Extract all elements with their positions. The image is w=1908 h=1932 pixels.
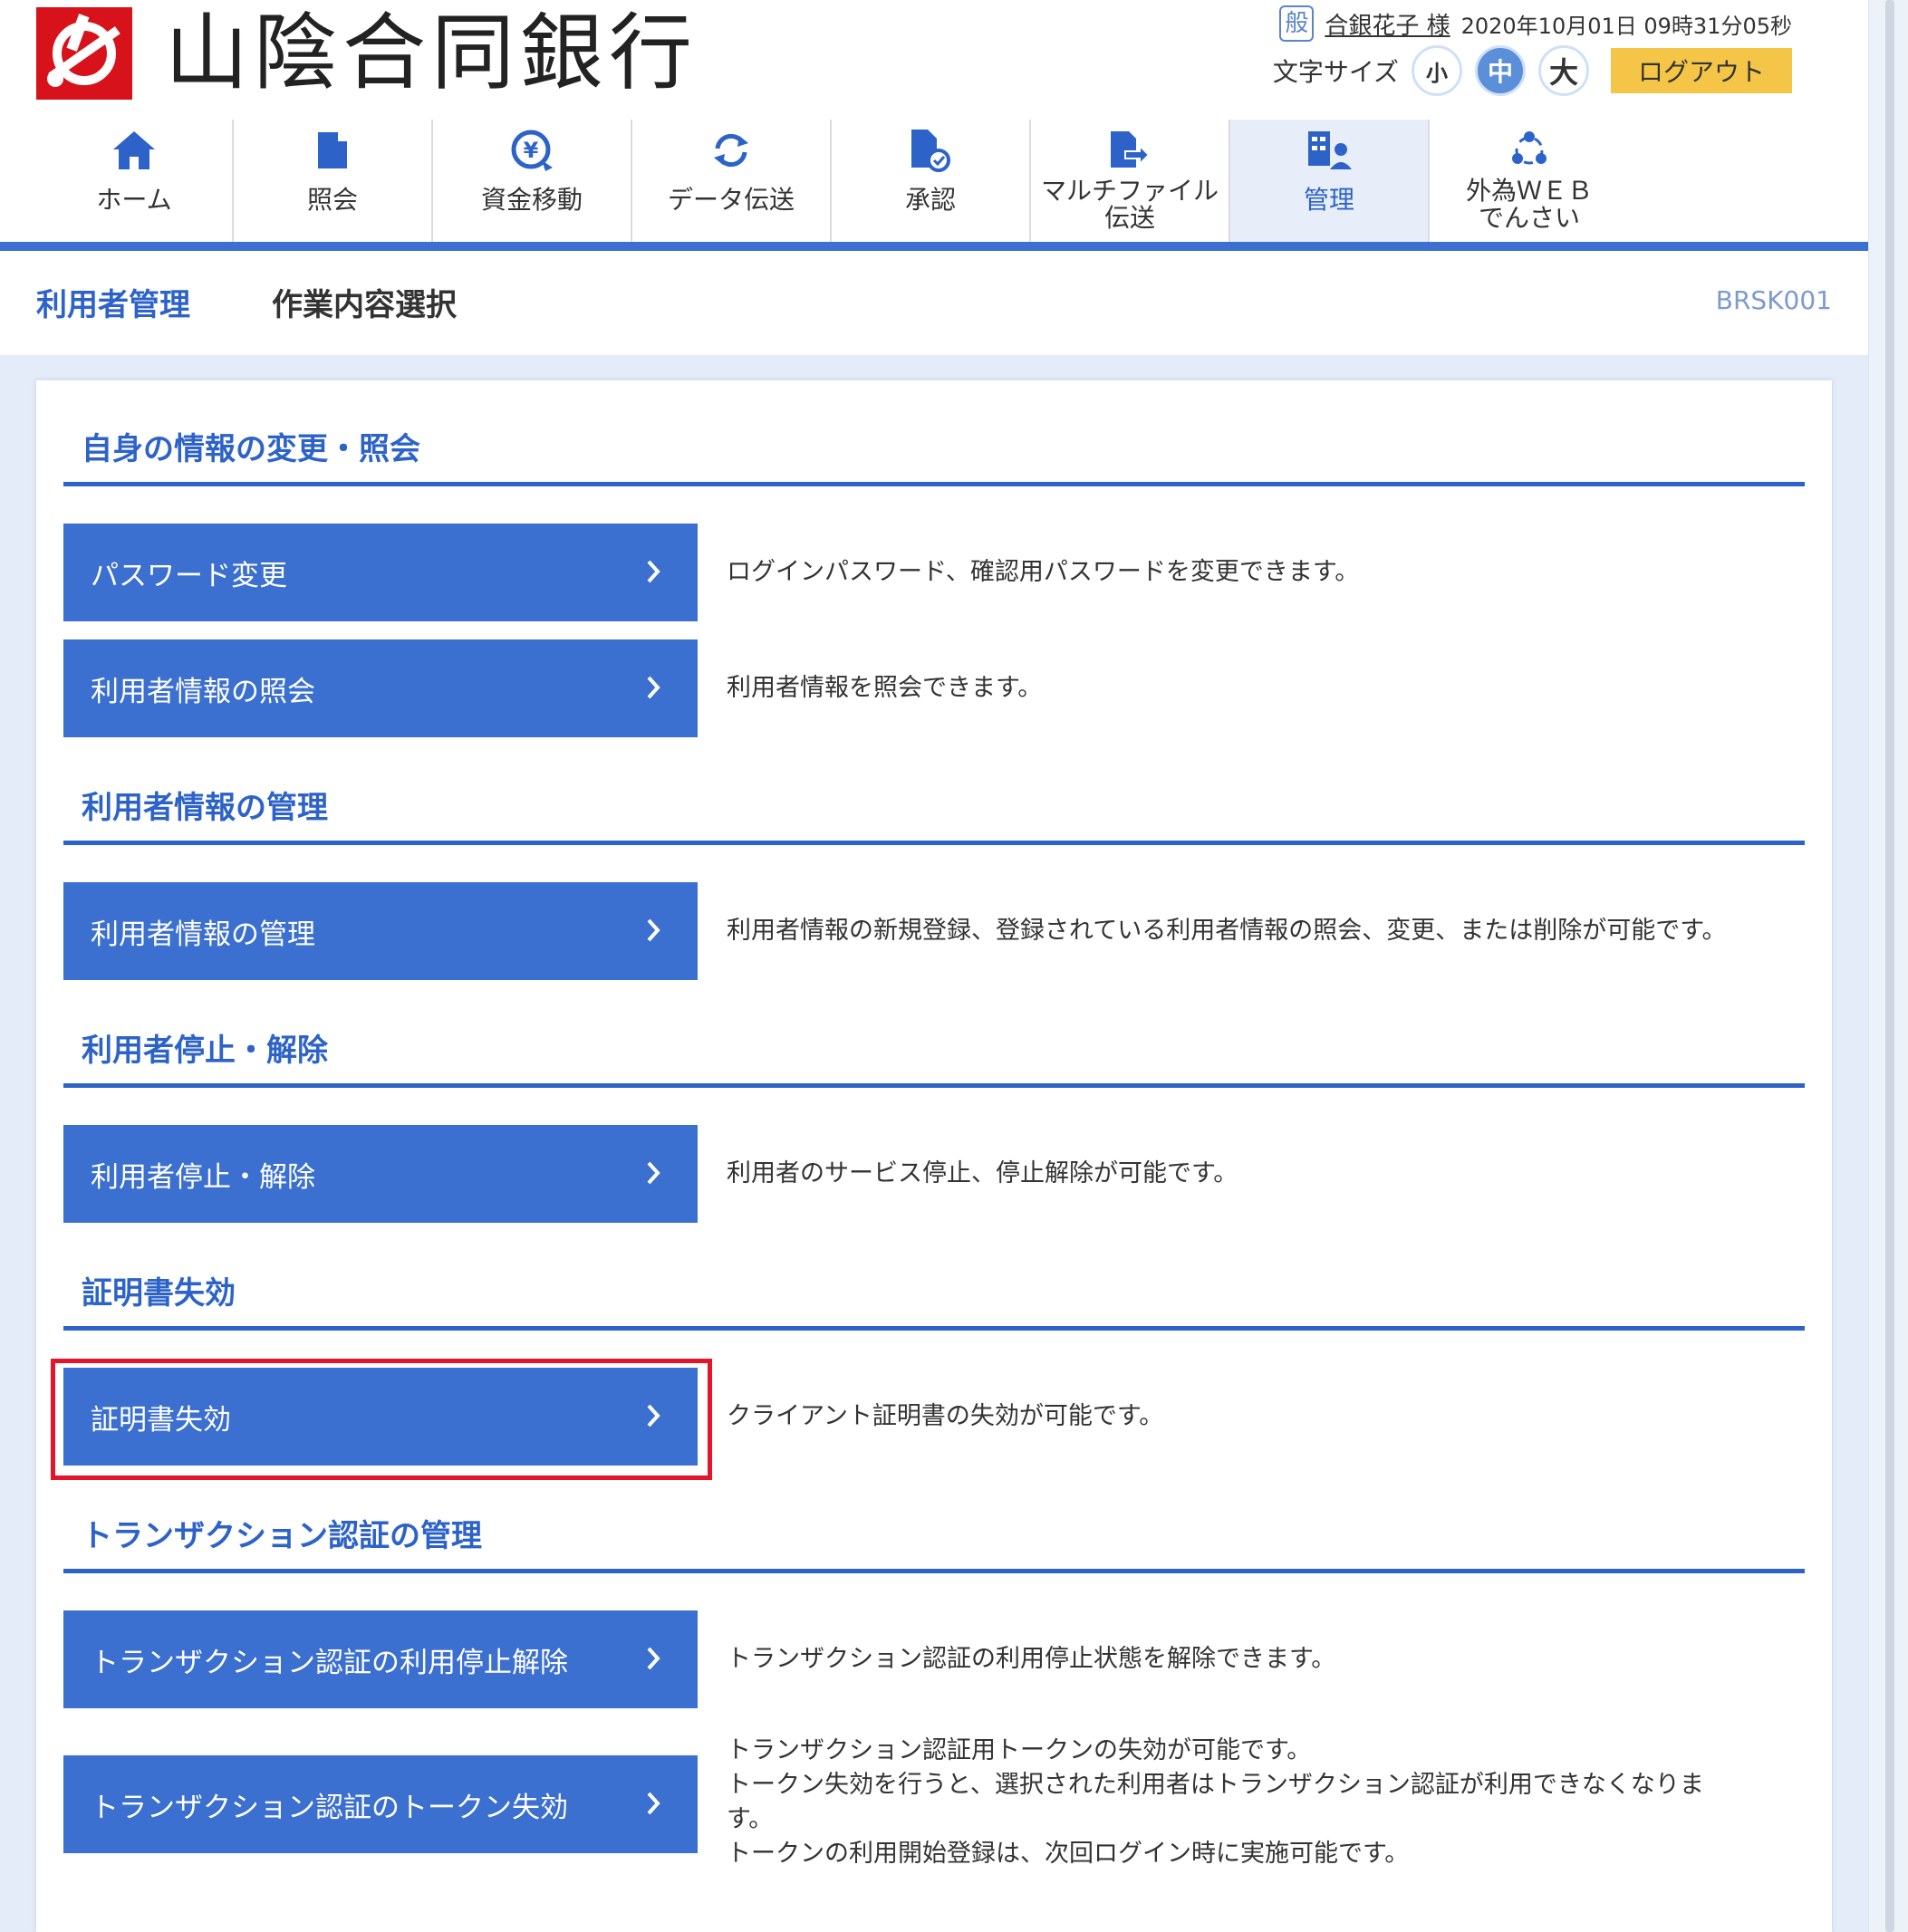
description-line: トークンの利用開始登録は、次回ログイン時に実施可能です。 (727, 1840, 1410, 1868)
section-title-user-management: 利用者情報の管理 (82, 790, 328, 826)
highlight-frame (51, 1359, 712, 1480)
header: 山陰合同銀行 般 合銀花子 様 2020年10月01日 09時31分05秒 文字… (0, 0, 1868, 355)
chevron-right-icon (647, 1647, 660, 1670)
nav-item-fund-transfer[interactable]: ¥ 資金移動 (433, 120, 632, 242)
nav-item-inquiry[interactable]: 照会 (234, 120, 433, 242)
section-title-transaction-auth: トランザクション認証の管理 (82, 1518, 482, 1554)
chevron-right-icon (647, 676, 660, 699)
user-type-badge: 般 (1279, 5, 1315, 42)
nav-item-management[interactable]: 管理 (1230, 120, 1430, 242)
nav-divider (0, 242, 1868, 251)
user-info: 般 合銀花子 様 2020年10月01日 09時31分05秒 (1279, 5, 1792, 42)
transaction-auth-token-revoke-button[interactable]: トランザクション認証のトークン失効 (63, 1755, 698, 1853)
description-line: トークン失効を行うと、選択された利用者はトランザクション認証が利用できなくなりま (727, 1771, 1704, 1799)
app-root: 山陰合同銀行 般 合銀花子 様 2020年10月01日 09時31分05秒 文字… (0, 0, 1868, 1932)
font-size-label: 文字サイズ (1272, 57, 1399, 87)
home-icon (109, 125, 159, 176)
chevron-right-icon (647, 560, 660, 583)
page-title: 作業内容選択 (272, 287, 457, 323)
bank-logo-mark-icon (36, 7, 132, 100)
font-size-controls: 文字サイズ 小 中 大 ログアウト (1273, 45, 1792, 96)
button-label: 利用者停止・解除 (91, 1160, 315, 1193)
nav-label: ホーム (96, 185, 172, 215)
refresh-icon (706, 125, 756, 176)
nav-item-multi-file-transmission[interactable]: マルチファイル 伝送 (1031, 120, 1230, 242)
button-label: 利用者情報の管理 (91, 918, 315, 950)
user-suspension-description: 利用者のサービス停止、停止解除が可能です。 (727, 1159, 1238, 1187)
admin-icon (1304, 125, 1354, 176)
user-info-management-button[interactable]: 利用者情報の管理 (63, 882, 698, 980)
user-suspension-button[interactable]: 利用者停止・解除 (63, 1125, 698, 1223)
font-size-small-button[interactable]: 小 (1412, 45, 1462, 96)
chevron-right-icon (647, 1792, 660, 1815)
scrollbar-thumb[interactable] (1885, 0, 1894, 1932)
section-title-self-info: 自身の情報の変更・照会 (82, 431, 420, 467)
user-info-management-description: 利用者情報の新規登録、登録されている利用者情報の照会、変更、または削除が可能です… (727, 917, 1727, 945)
nav-label: データ伝送 (667, 185, 795, 215)
button-label: トランザクション認証のトークン失効 (91, 1791, 568, 1823)
transaction-auth-unlock-button[interactable]: トランザクション認証の利用停止解除 (63, 1610, 698, 1708)
description-line: す。 (727, 1805, 774, 1833)
bank-logo[interactable]: 山陰合同銀行 (36, 7, 698, 100)
nav-label-line1: マルチファイル (1040, 176, 1219, 206)
nav-item-forex-densai[interactable]: 外為ＷＥＢ でんさい (1430, 120, 1629, 242)
global-nav: ホーム 照会 ¥ 資金移動 データ伝送 承認 マルチファイル 伝送 管理 外為Ｗ… (36, 120, 1629, 242)
font-size-large-button[interactable]: 大 (1538, 45, 1589, 96)
login-datetime: 2020年10月01日 09時31分05秒 (1460, 13, 1792, 39)
network-icon (1504, 125, 1555, 176)
section-divider (63, 1569, 1805, 1573)
password-change-button[interactable]: パスワード変更 (63, 524, 698, 621)
nav-label-line2: でんさい (1478, 203, 1580, 233)
button-label: 利用者情報の照会 (91, 675, 315, 707)
document-check-icon (905, 125, 956, 176)
button-label: パスワード変更 (91, 559, 287, 591)
transaction-auth-token-revoke-description: トランザクション認証用トークンの失効が可能です。 トークン失効を行うと、選択され… (727, 1734, 1704, 1871)
nav-label: 資金移動 (480, 185, 583, 215)
password-change-description: ログインパスワード、確認用パスワードを変更できます。 (727, 558, 1360, 586)
description-line: トランザクション認証用トークンの失効が可能です。 (727, 1736, 1312, 1764)
breadcrumb-parent: 利用者管理 (36, 287, 190, 323)
bank-name: 山陰合同銀行 (165, 5, 699, 101)
font-size-medium-button[interactable]: 中 (1475, 45, 1526, 96)
nav-label: 承認 (904, 185, 956, 215)
svg-text:¥: ¥ (524, 138, 539, 163)
section-title-user-suspension: 利用者停止・解除 (82, 1033, 328, 1069)
button-label: トランザクション認証の利用停止解除 (91, 1646, 568, 1678)
chevron-right-icon (647, 918, 660, 942)
user-name-link[interactable]: 合銀花子 様 (1325, 7, 1450, 41)
screen-id: BRSK001 (1715, 285, 1832, 315)
yen-transfer-icon: ¥ (506, 125, 557, 176)
nav-item-approval[interactable]: 承認 (832, 120, 1031, 242)
nav-item-home[interactable]: ホーム (36, 120, 234, 242)
section-divider (63, 841, 1805, 845)
user-info-inquiry-button[interactable]: 利用者情報の照会 (63, 639, 698, 737)
main-panel: 自身の情報の変更・照会 パスワード変更 ログインパスワード、確認用パスワードを変… (36, 380, 1832, 1932)
nav-label-line1: 外為ＷＥＢ (1465, 176, 1593, 206)
section-divider (63, 482, 1805, 486)
nav-label: 照会 (306, 185, 358, 215)
nav-label: 管理 (1303, 185, 1354, 215)
certificate-revocation-description: クライアント証明書の失効が可能です。 (727, 1402, 1164, 1430)
section-title-certificate-revocation: 証明書失効 (82, 1275, 236, 1312)
user-info-inquiry-description: 利用者情報を照会できます。 (727, 674, 1043, 702)
section-divider (63, 1083, 1805, 1088)
nav-label: 外為ＷＥＢ でんさい (1466, 178, 1593, 232)
nav-label: マルチファイル 伝送 (1041, 178, 1219, 232)
logout-button[interactable]: ログアウト (1611, 48, 1792, 93)
file-send-icon (1104, 125, 1155, 176)
document-icon (307, 125, 358, 176)
nav-label-line2: 伝送 (1103, 203, 1155, 233)
chevron-right-icon (647, 1161, 660, 1185)
breadcrumb: 利用者管理 作業内容選択 BRSK001 (0, 251, 1868, 352)
page-scrollbar[interactable] (1868, 0, 1908, 1932)
section-divider (63, 1326, 1805, 1331)
nav-item-data-transmission[interactable]: データ伝送 (632, 120, 832, 242)
transaction-auth-unlock-description: トランザクション認証の利用停止状態を解除できます。 (727, 1645, 1336, 1673)
